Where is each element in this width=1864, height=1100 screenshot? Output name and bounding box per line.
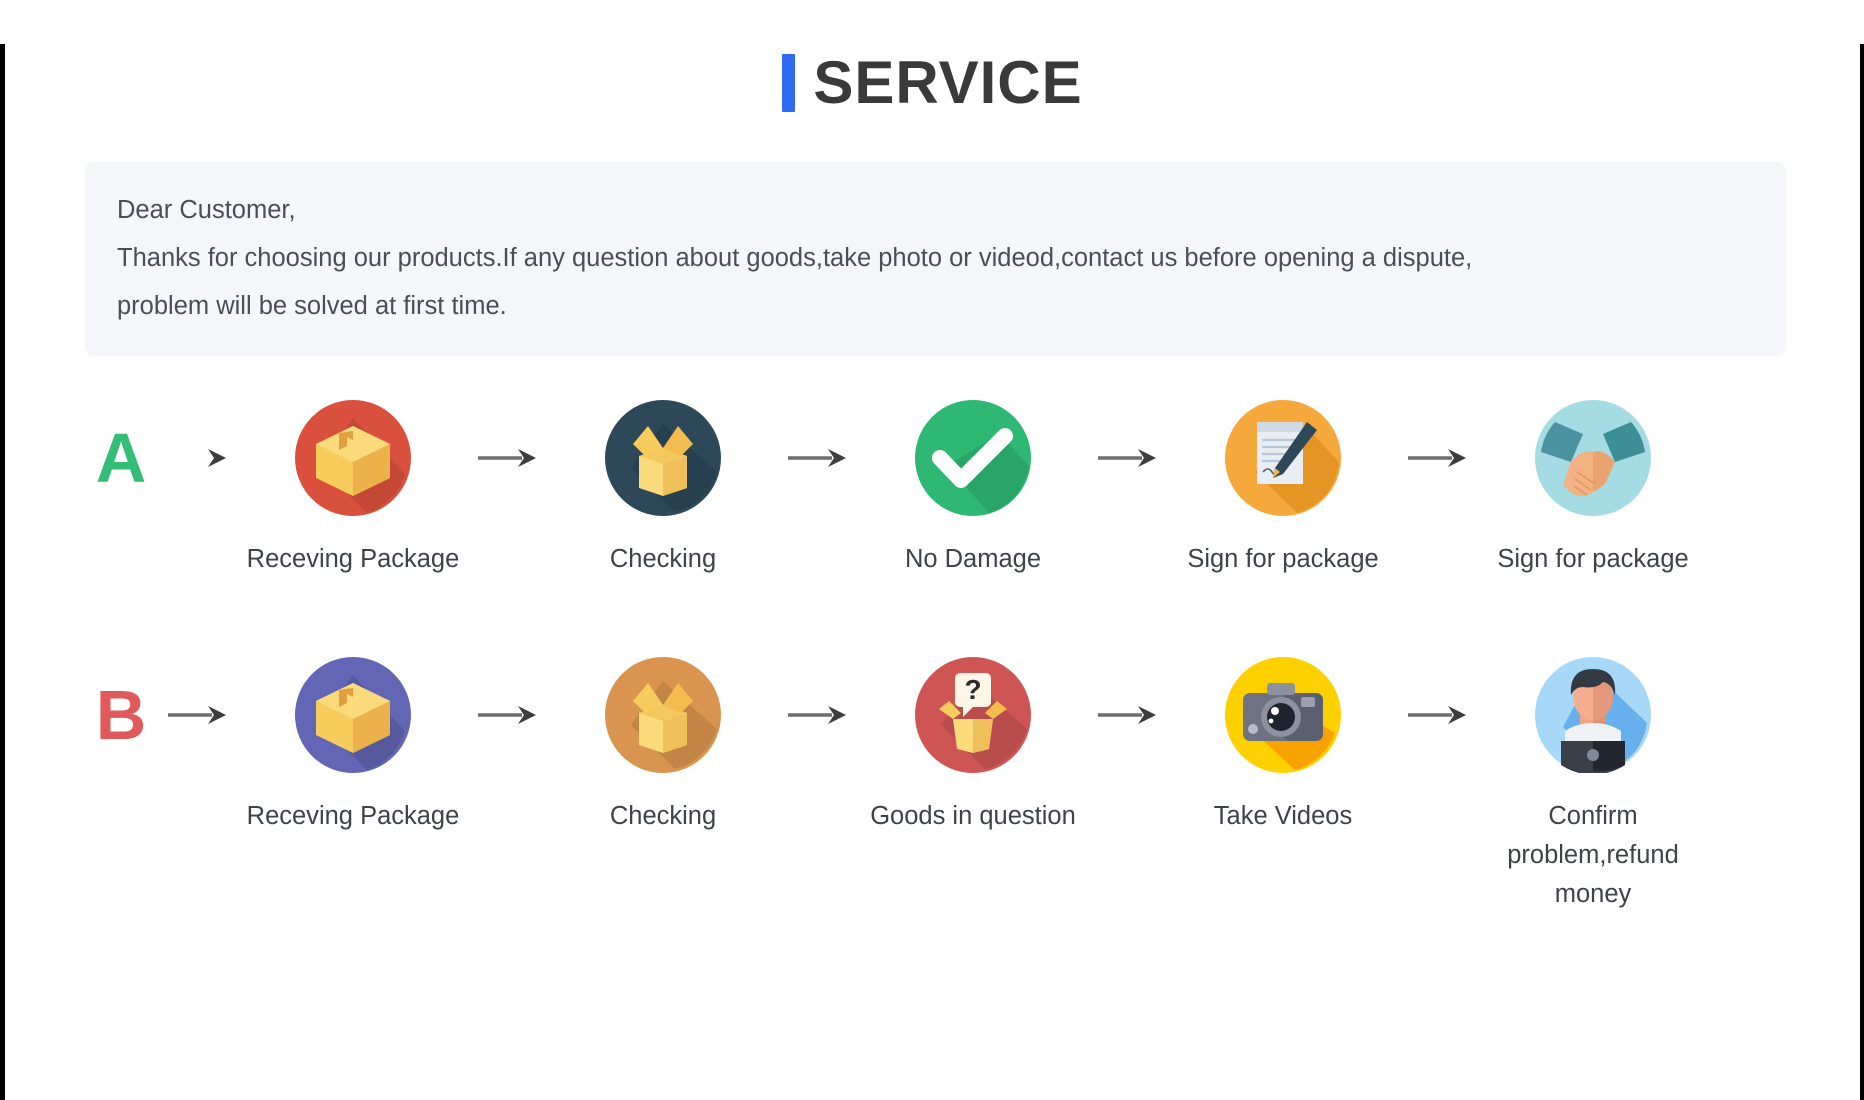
step-b5-label: Confirm problem,refund money [1507,802,1679,908]
arrow-icon [1089,657,1167,773]
step-b1: Receving Package [237,657,469,836]
step-a5: Sign for package [1477,400,1709,579]
flow-row-a: A Receving Package Checking No Damage Si… [5,400,1860,579]
step-b5: Confirm problem,refund money [1477,657,1709,914]
service-page: SERVICE Dear Customer, Thanks for choosi… [0,44,1864,1100]
document-pen-icon [1225,400,1341,516]
arrow-icon [1089,400,1167,516]
handshake-icon [1535,400,1651,516]
closed-box-icon [295,657,411,773]
arrow-icon [159,400,237,516]
step-b3-label: Goods in question [870,802,1076,830]
support-person-icon [1535,657,1651,773]
step-b3: ? Goods in question [857,657,1089,836]
step-a4: Sign for package [1167,400,1399,579]
arrow-icon [779,400,857,516]
notice-line-3: problem will be solved at first time. [117,292,507,320]
step-a3: No Damage [857,400,1089,579]
title-accent-bar [782,54,796,112]
question-box-icon: ? [915,657,1031,773]
open-box-icon [605,400,721,516]
page-title-text: SERVICE [813,49,1083,116]
notice-line-2: Thanks for choosing our products.If any … [117,244,1473,272]
arrow-icon [469,400,547,516]
step-a2: Checking [547,400,779,579]
checkmark-icon [915,400,1031,516]
notice-line-1: Dear Customer, [117,196,296,224]
step-b4-label: Take Videos [1213,802,1353,830]
step-a4-label: Sign for package [1187,545,1379,573]
step-a1-label: Receving Package [246,545,460,573]
step-b2: Checking [547,657,779,836]
arrow-icon [159,657,237,773]
step-b1-label: Receving Package [246,802,460,830]
svg-text:?: ? [964,674,981,705]
flow-b-letter: B [95,676,147,754]
step-a3-label: No Damage [904,545,1042,573]
arrow-icon [779,657,857,773]
customer-notice-box: Dear Customer, Thanks for choosing our p… [85,162,1786,356]
step-a5-label: Sign for package [1497,545,1689,573]
flow-a-letter: A [95,419,147,497]
open-box-icon [605,657,721,773]
page-title: SERVICE [5,44,1860,122]
closed-box-icon [295,400,411,516]
arrow-icon [1399,400,1477,516]
arrow-icon [1399,657,1477,773]
step-b2-label: Checking [609,802,717,830]
camera-icon [1225,657,1341,773]
flow-row-b: B Receving Package Checking ? Goods in q… [5,657,1860,914]
step-a2-label: Checking [609,545,717,573]
step-a1: Receving Package [237,400,469,579]
arrow-icon [469,657,547,773]
step-b4: Take Videos [1167,657,1399,836]
